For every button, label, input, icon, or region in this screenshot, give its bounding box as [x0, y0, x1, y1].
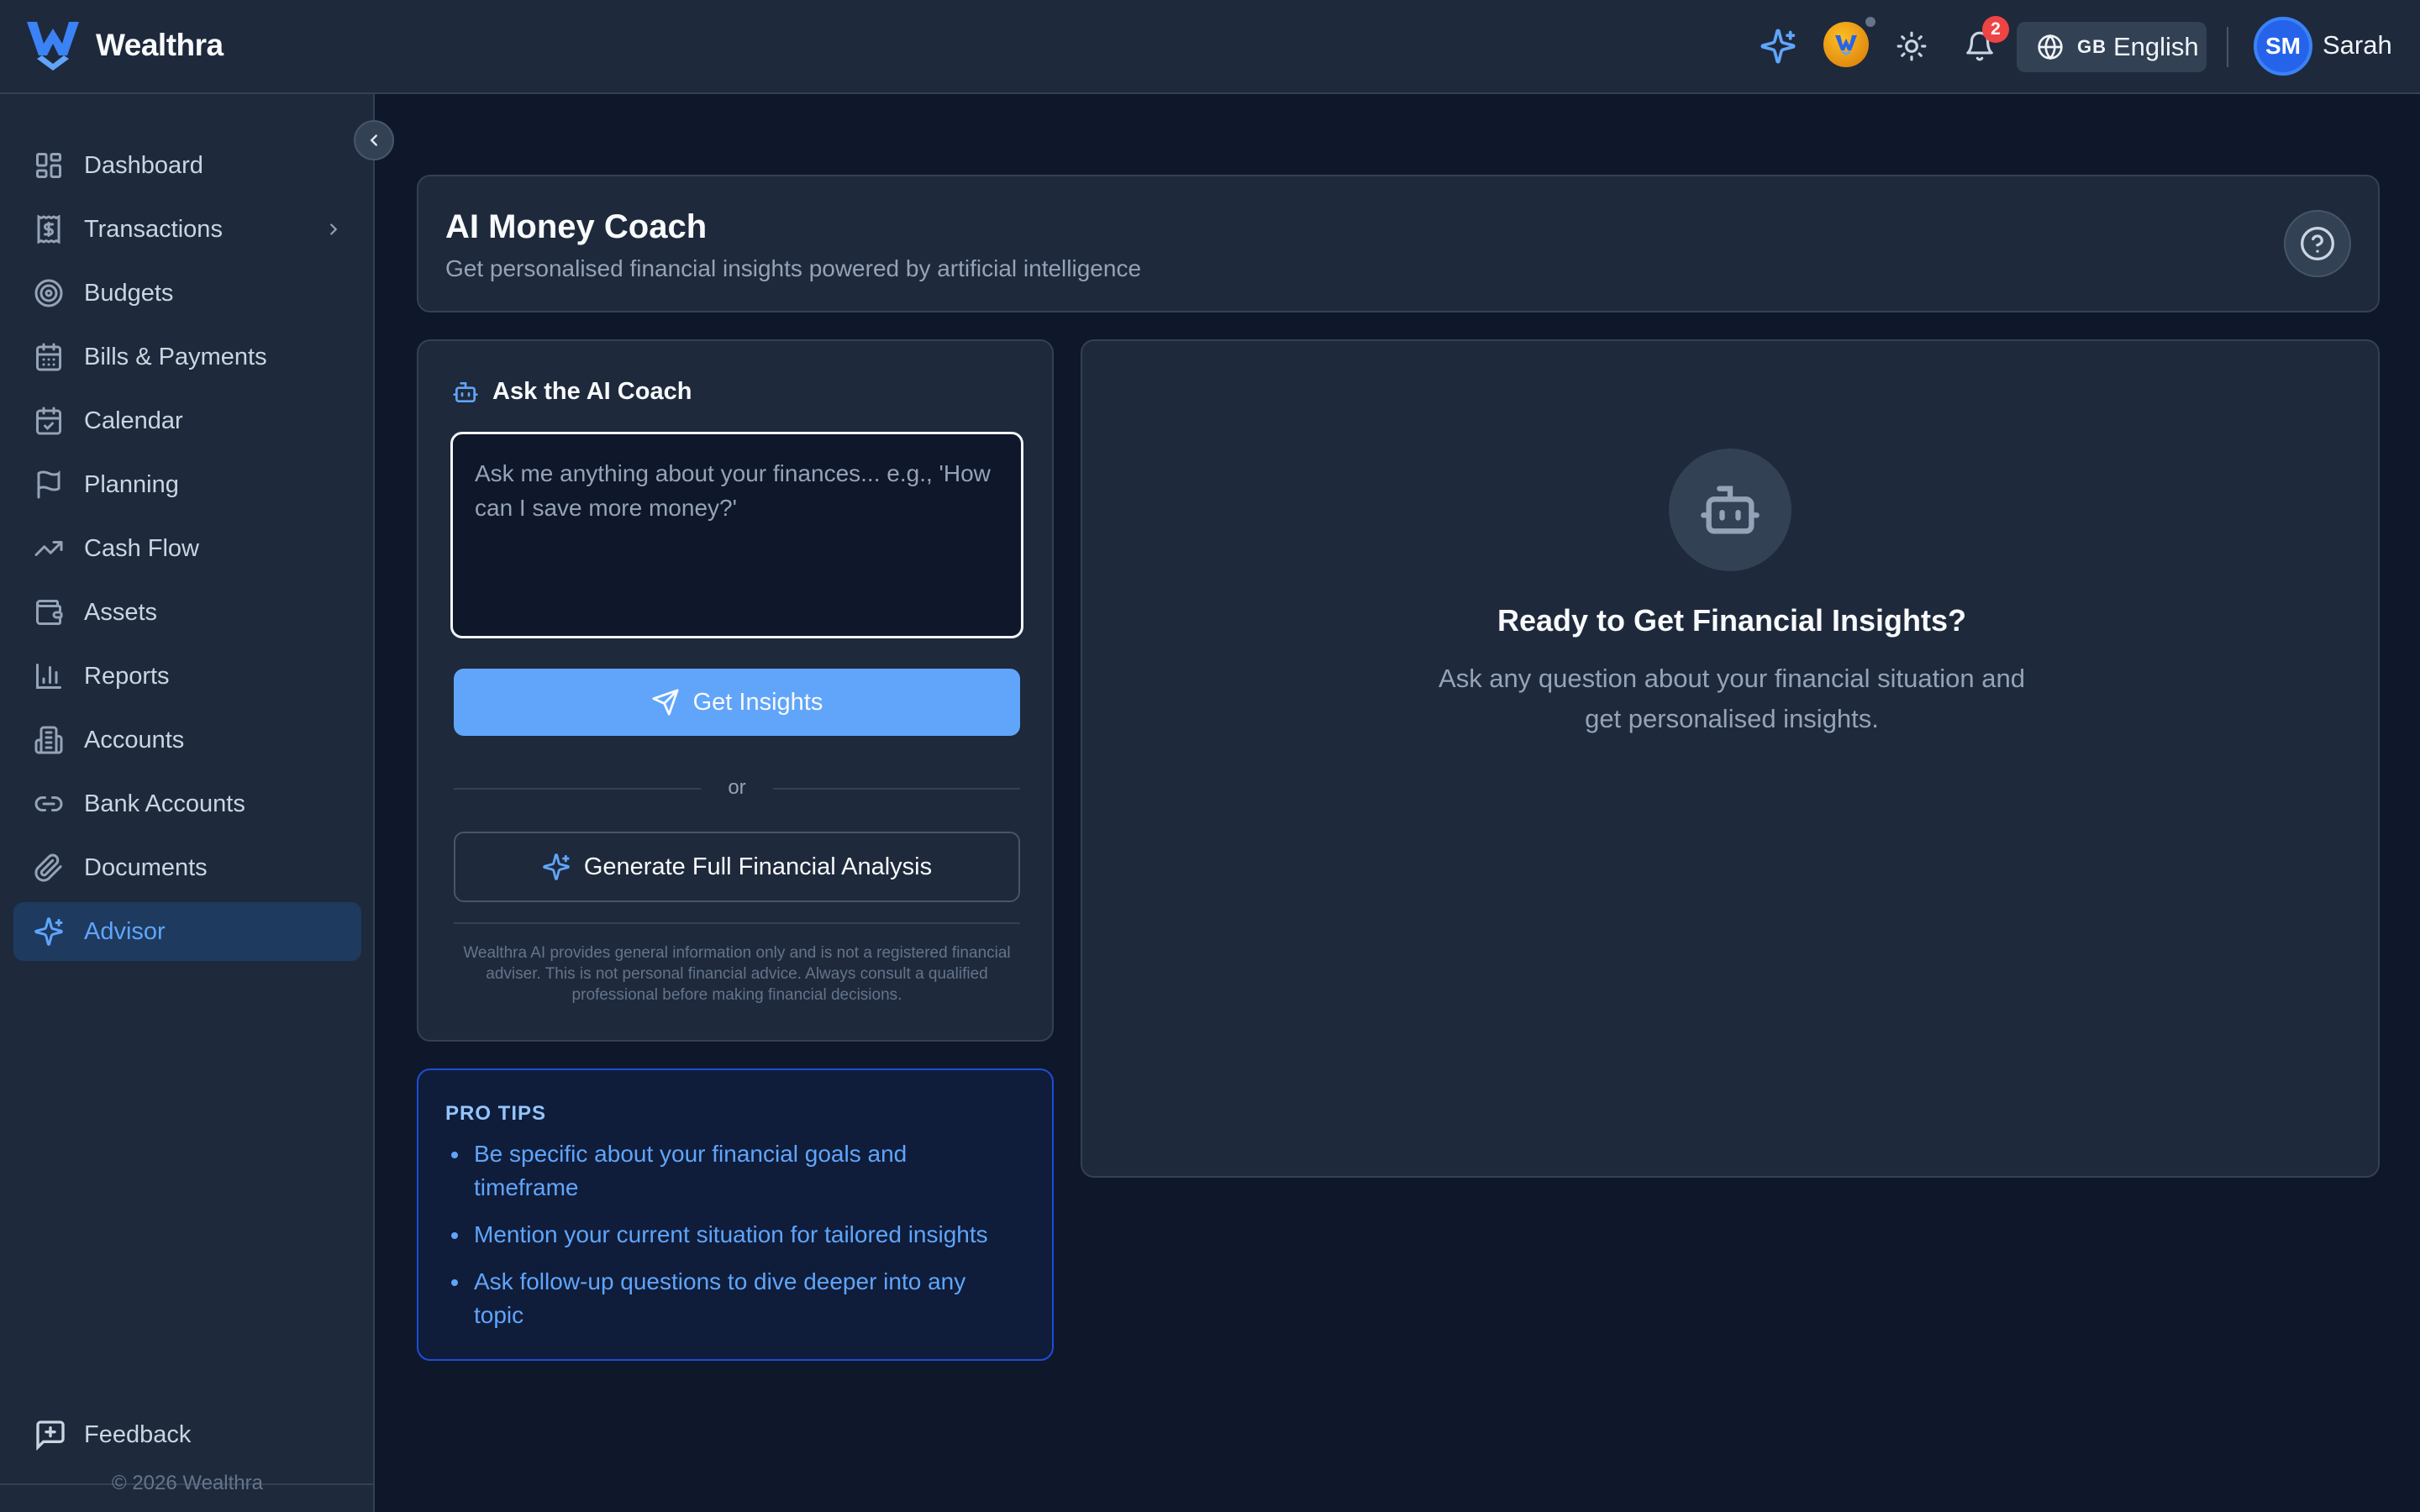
help-circle-icon: [2299, 225, 2336, 262]
sidebar-item-label: Planning: [84, 470, 179, 498]
brand-name[interactable]: Wealthra: [96, 28, 224, 63]
rewards-coin-icon[interactable]: [1823, 22, 1869, 67]
page-title: AI Money Coach: [445, 208, 708, 245]
sidebar-item-label: Advisor: [84, 917, 166, 945]
top-bar: Wealthra 2 GB English SM Sarah: [0, 0, 2420, 94]
sidebar-item-label: Documents: [84, 853, 208, 881]
separator-line: [773, 788, 1020, 790]
ai-sparkles-icon[interactable]: [1757, 25, 1799, 67]
sidebar-item-label: Bank Accounts: [84, 790, 245, 817]
ask-coach-title: Ask the AI Coach: [492, 378, 692, 405]
copyright: © 2026 Wealthra: [111, 1472, 263, 1494]
bot-avatar: [1669, 449, 1791, 571]
sidebar-item-transactions[interactable]: Transactions: [13, 200, 361, 259]
sidebar-item-budgets[interactable]: Budgets: [13, 264, 361, 323]
sidebar-item-label: Transactions: [84, 215, 223, 243]
empty-state-subtitle: Ask any question about your financial si…: [1082, 659, 2381, 739]
sidebar-item-label: Cash Flow: [84, 534, 199, 562]
sidebar-item-label: Calendar: [84, 407, 183, 434]
paperclip-icon: [34, 853, 64, 883]
link-icon: [34, 789, 64, 819]
sidebar-item-cash-flow[interactable]: Cash Flow: [13, 519, 361, 578]
pro-tips-panel: PRO TIPS Be specific about your financia…: [417, 1068, 1054, 1361]
sidebar-item-assets[interactable]: Assets: [13, 583, 361, 642]
user-name[interactable]: Sarah: [2323, 30, 2392, 60]
get-insights-label: Get Insights: [692, 688, 823, 716]
sparkles-icon: [34, 916, 64, 947]
target-icon: [34, 278, 64, 308]
bot-icon: [452, 379, 479, 406]
sidebar-item-bills-payments[interactable]: Bills & Payments: [13, 328, 361, 386]
page-header: AI Money Coach Get personalised financia…: [417, 175, 2380, 312]
chevron-right-icon[interactable]: [324, 220, 343, 239]
sidebar-item-accounts[interactable]: Accounts: [13, 711, 361, 769]
sidebar-collapse-button[interactable]: [354, 120, 394, 160]
rewards-status-dot: [1864, 15, 1877, 29]
sidebar-item-label: Dashboard: [84, 151, 203, 179]
language-flag: GB: [2077, 36, 2107, 57]
pro-tips-list: Be specific about your financial goals a…: [471, 1137, 1008, 1346]
question-input[interactable]: [450, 432, 1023, 638]
calendar-grid-icon: [34, 342, 64, 372]
list-item: Be specific about your financial goals a…: [471, 1137, 1008, 1205]
help-button[interactable]: [2284, 210, 2351, 277]
wallet-icon: [34, 597, 64, 627]
dashboard-icon: [34, 150, 64, 181]
calendar-check-icon: [34, 406, 64, 436]
sidebar-item-label: Budgets: [84, 279, 174, 307]
avatar[interactable]: SM: [2254, 17, 2312, 76]
sidebar-item-bank-accounts[interactable]: Bank Accounts: [13, 774, 361, 833]
topbar-divider: [2227, 27, 2228, 67]
disclaimer-text: Wealthra AI provides general information…: [463, 944, 1011, 1004]
sidebar: Dashboard Transactions Budgets Bills & P…: [0, 94, 375, 1512]
flag-icon: [34, 470, 64, 500]
sidebar-item-reports[interactable]: Reports: [13, 647, 361, 706]
empty-state-subtitle-line: get personalised insights.: [1585, 704, 1879, 733]
sidebar-item-documents[interactable]: Documents: [13, 838, 361, 897]
page-subtitle: Get personalised financial insights powe…: [445, 255, 1142, 281]
list-item: Ask follow-up questions to dive deeper i…: [471, 1265, 1008, 1332]
language-label: English: [2113, 32, 2199, 61]
insights-result-panel: Ready to Get Financial Insights? Ask any…: [1081, 339, 2380, 1178]
generate-analysis-button[interactable]: Generate Full Financial Analysis: [454, 832, 1020, 902]
empty-state-title: Ready to Get Financial Insights?: [1497, 603, 1967, 638]
sidebar-item-label: Bills & Payments: [84, 343, 267, 370]
sparkles-icon: [542, 853, 571, 881]
sidebar-item-planning[interactable]: Planning: [13, 455, 361, 514]
ask-coach-panel: Ask the AI Coach Get Insights or Generat…: [417, 339, 1054, 1042]
wealthra-logo-icon[interactable]: [25, 18, 81, 72]
feedback-label: Feedback: [84, 1420, 192, 1448]
trending-up-icon: [34, 533, 64, 564]
language-selector[interactable]: GB English: [2017, 22, 2207, 72]
feedback-button[interactable]: Feedback: [34, 1418, 191, 1452]
list-item: Mention your current situation for tailo…: [471, 1218, 1008, 1252]
get-insights-button[interactable]: Get Insights: [454, 669, 1020, 736]
or-separator: or: [454, 773, 1020, 803]
sidebar-item-advisor[interactable]: Advisor: [13, 902, 361, 961]
bar-chart-icon: [34, 661, 64, 691]
ask-coach-header: Ask the AI Coach: [452, 378, 692, 406]
sidebar-item-calendar[interactable]: Calendar: [13, 391, 361, 450]
building-icon: [34, 725, 64, 755]
notification-badge: 2: [1982, 16, 2009, 43]
theme-sun-icon[interactable]: [1891, 25, 1933, 67]
sidebar-item-dashboard[interactable]: Dashboard: [13, 136, 361, 195]
generate-analysis-label: Generate Full Financial Analysis: [583, 853, 933, 880]
globe-icon: [2037, 34, 2064, 60]
chevron-left-icon: [365, 131, 383, 150]
empty-state-subtitle-line: Ask any question about your financial si…: [1439, 664, 2025, 693]
pro-tips-title: PRO TIPS: [445, 1102, 547, 1125]
disclaimer-divider: [454, 922, 1020, 924]
receipt-dollar-icon: [34, 214, 64, 244]
sidebar-item-label: Reports: [84, 662, 170, 690]
sidebar-item-label: Accounts: [84, 726, 185, 753]
sidebar-item-label: Assets: [84, 598, 158, 626]
message-plus-icon: [34, 1418, 67, 1452]
send-icon: [651, 688, 680, 717]
bot-icon: [1698, 478, 1762, 542]
